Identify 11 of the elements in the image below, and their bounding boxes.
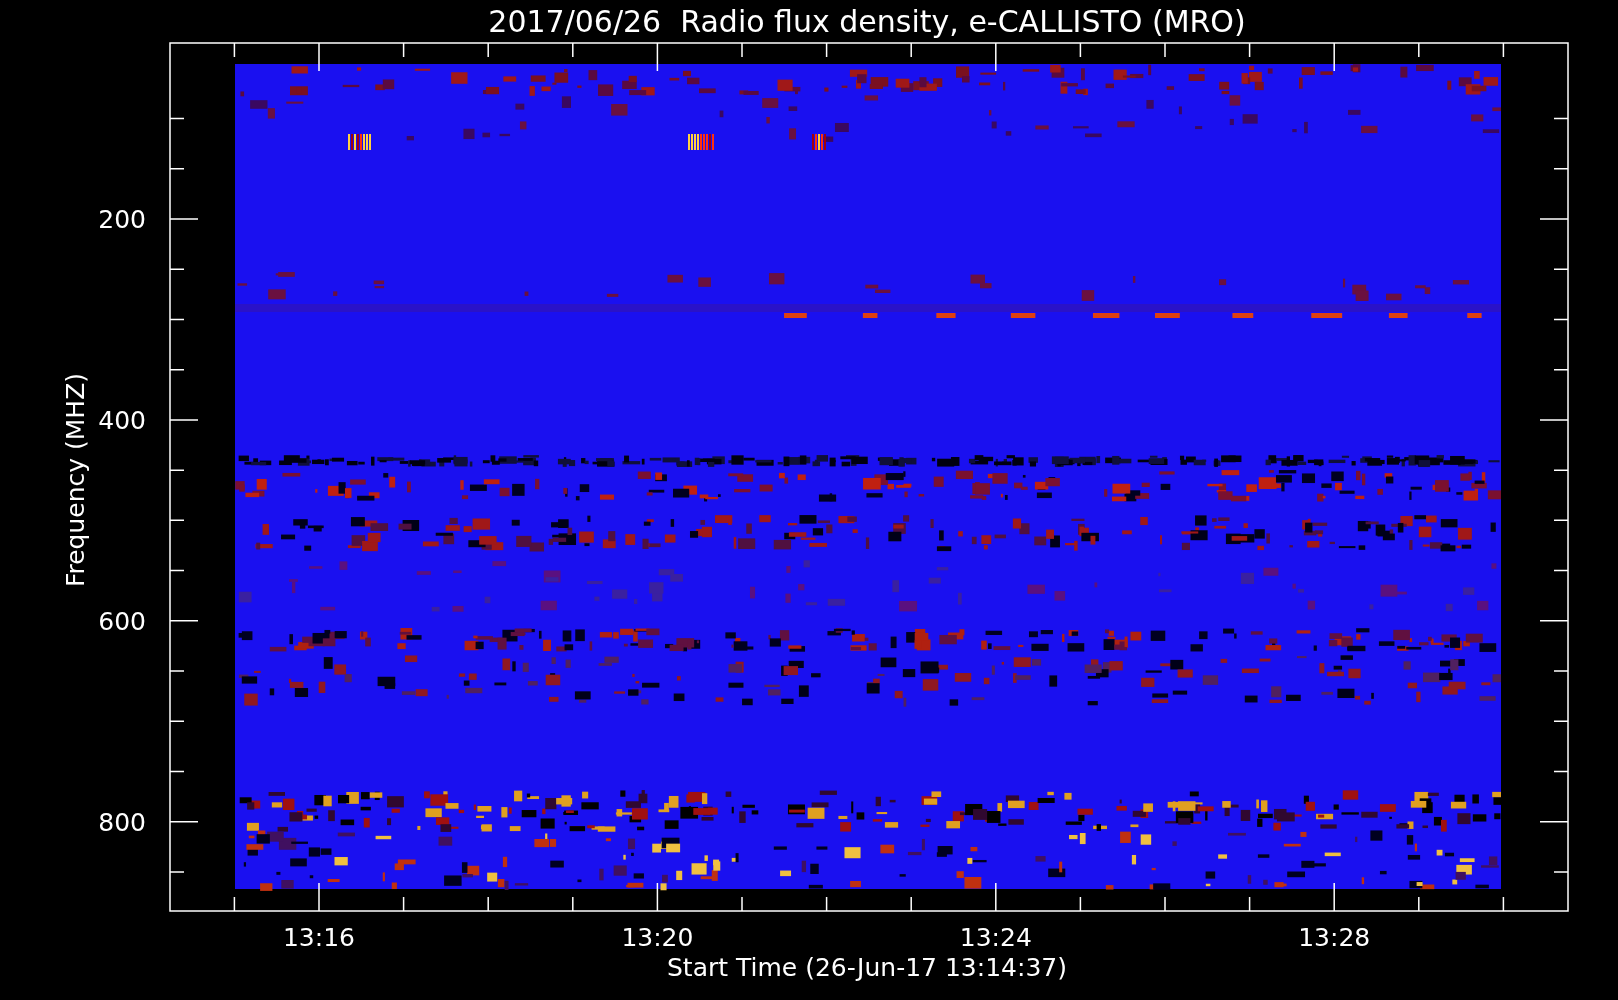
plot-title: 2017/06/26 Radio flux density, e-CALLISTO (MRO) xyxy=(488,4,1246,39)
y-axis-label: Frequency (MHZ) xyxy=(61,372,90,588)
y-tick-label: 400 xyxy=(98,405,146,435)
x-tick-label: 13:16 xyxy=(283,923,355,952)
x-tick-label: 13:24 xyxy=(959,923,1032,952)
y-tick-label: 200 xyxy=(98,205,146,234)
x-tick-label: 13:28 xyxy=(1298,923,1371,952)
x-tick-label: 13:20 xyxy=(621,923,694,952)
y-tick-label: 600 xyxy=(98,606,146,636)
y-tick-label: 800 xyxy=(98,807,146,837)
x-axis-label: Start Time (26-Jun-17 13:14:37) xyxy=(667,953,1067,982)
